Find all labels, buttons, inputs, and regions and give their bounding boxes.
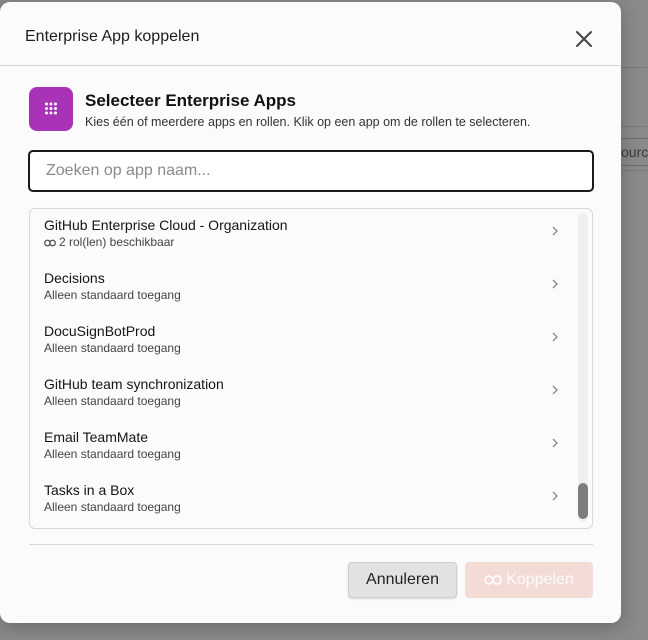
close-icon [576, 31, 592, 47]
app-search-input[interactable] [28, 150, 594, 192]
list-item[interactable]: GitHub team synchronization Alleen stand… [30, 368, 575, 421]
chevron-right-icon [552, 385, 558, 395]
section-description: Kies één of meerdere apps en rollen. Kli… [85, 115, 531, 129]
app-name: Decisions [44, 270, 105, 286]
list-scrollbar[interactable] [578, 213, 588, 522]
section-heading: Selecteer Enterprise Apps [85, 91, 297, 110]
footer-divider [29, 544, 593, 545]
link-icon [484, 575, 502, 585]
link-button-label: Koppelen [506, 571, 574, 588]
app-name: DocuSignBotProd [44, 323, 156, 339]
app-subtitle: Alleen standaard toegang [44, 341, 181, 355]
scrollbar-thumb[interactable] [578, 483, 588, 519]
list-item[interactable]: Tasks in a Box Alleen standaard toegang [30, 474, 575, 527]
grid-dots-icon [29, 87, 73, 131]
cancel-button[interactable]: Annuleren [348, 562, 457, 598]
app-subtitle: Alleen standaard toegang [44, 394, 181, 408]
app-list: GitHub Enterprise Cloud - Organization 2… [29, 208, 593, 529]
chevron-right-icon [552, 226, 558, 236]
chevron-right-icon [552, 332, 558, 342]
list-item[interactable]: Decisions Alleen standaard toegang [30, 262, 575, 315]
close-button[interactable] [572, 27, 596, 51]
app-subtitle: Alleen standaard toegang [44, 447, 181, 461]
chevron-right-icon [552, 438, 558, 448]
list-item[interactable]: Email TeamMate Alleen standaard toegang [30, 421, 575, 474]
app-name: GitHub team synchronization [44, 376, 224, 392]
dialog-header: Enterprise App koppelen [0, 2, 621, 66]
app-roles-info: 2 rol(len) beschikbaar [44, 235, 174, 249]
app-subtitle: 2 rol(len) beschikbaar [59, 235, 175, 249]
app-name: Email TeamMate [44, 429, 149, 445]
chevron-right-icon [552, 279, 558, 289]
list-item[interactable]: DocuSignBotProd Alleen standaard toegang [30, 315, 575, 368]
app-name: GitHub Enterprise Cloud - Organization [44, 217, 288, 233]
dialog-title: Enterprise App koppelen [25, 28, 200, 45]
link-enterprise-app-dialog: Enterprise App koppelen Selecteer Enterp… [0, 2, 621, 623]
app-name: Tasks in a Box [44, 482, 135, 498]
chevron-right-icon [552, 491, 558, 501]
link-icon [44, 239, 56, 247]
app-subtitle: Alleen standaard toegang [44, 500, 181, 514]
link-button[interactable]: Koppelen [465, 562, 593, 598]
app-subtitle: Alleen standaard toegang [44, 288, 181, 302]
list-item[interactable]: GitHub Enterprise Cloud - Organization 2… [30, 209, 575, 262]
